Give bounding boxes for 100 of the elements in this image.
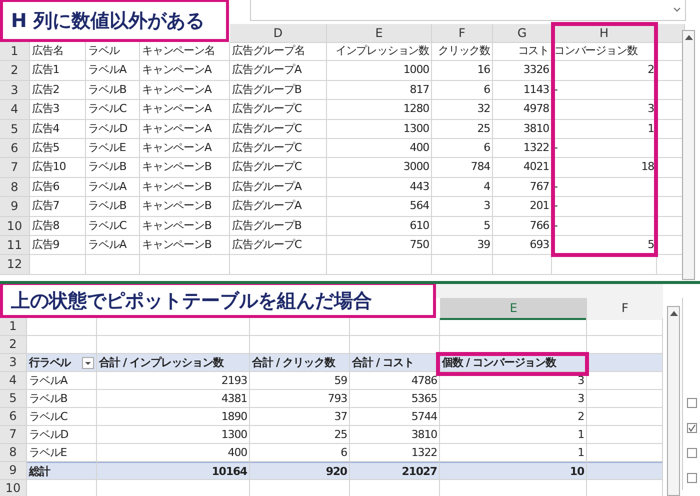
table-cell: 2193 (97, 372, 250, 390)
table-cell: 10 (440, 462, 587, 480)
caret-icon[interactable] (673, 7, 681, 13)
table-cell: 1280 (327, 100, 432, 120)
table-cell: 3 (440, 390, 587, 408)
table-cell: 18 (552, 158, 657, 178)
scrollbar[interactable] (682, 30, 695, 280)
row-number[interactable]: 6 (0, 408, 27, 426)
table-cell: 広告グループC (230, 138, 327, 158)
row-number[interactable]: 8 (0, 178, 30, 198)
table-cell: 広告1 (30, 61, 86, 81)
table-cell: 広告8 (30, 216, 86, 236)
row-number[interactable]: 2 (0, 61, 30, 81)
row-number[interactable]: 9 (0, 197, 30, 217)
table-cell: 693 (493, 236, 552, 256)
table-cell: クリック数 (432, 42, 493, 62)
row-number[interactable]: 1 (0, 42, 30, 62)
row-number[interactable]: 7 (0, 158, 30, 178)
table-cell: キャンペーンB (140, 236, 230, 256)
table-cell: 1300 (327, 120, 432, 139)
table-cell: 32 (432, 100, 493, 120)
table-cell: キャンペーンA (140, 80, 230, 100)
table-cell: 3 (432, 197, 493, 217)
table-cell: 3810 (493, 120, 552, 139)
row-number[interactable]: 1 (0, 318, 27, 336)
column-header[interactable]: G (493, 24, 552, 43)
table-cell: 610 (327, 216, 432, 236)
row-number[interactable]: 10 (0, 480, 27, 496)
column-header[interactable]: F (432, 24, 493, 43)
table-cell: キャンペーンA (140, 138, 230, 158)
table-cell: インプレッション数 (327, 42, 432, 62)
table-cell: 2 (552, 61, 657, 81)
table-cell: ラベルE (86, 138, 140, 158)
table-cell: 3810 (350, 426, 440, 444)
table-cell: 39 (432, 236, 493, 256)
table-cell: 5365 (350, 390, 440, 408)
column-header[interactable]: F (587, 298, 663, 320)
table-cell: 広告グループ名 (230, 42, 327, 62)
table-cell: 広告6 (30, 178, 86, 198)
table-cell: 1 (552, 120, 657, 139)
table-cell: 750 (327, 236, 432, 256)
column-header[interactable]: E (327, 24, 432, 43)
table-cell: 広告2 (30, 80, 86, 100)
table-cell: ラベルA (86, 236, 140, 256)
table-cell: 5744 (350, 408, 440, 426)
row-number[interactable]: 5 (0, 120, 30, 139)
up-arrow-icon[interactable] (684, 35, 692, 40)
filter-dropdown-icon[interactable] (82, 356, 94, 368)
scrollbar[interactable] (667, 306, 680, 496)
table-cell: 4786 (350, 372, 440, 390)
table-cell: キャンペーンA (140, 100, 230, 120)
table-cell: 1890 (97, 408, 250, 426)
table-cell: 広告グループA (230, 178, 327, 198)
table-cell: 793 (250, 390, 350, 408)
table-cell: 1000 (327, 61, 432, 81)
table-cell: 4021 (493, 158, 552, 178)
row-number[interactable]: 5 (0, 390, 27, 408)
row-number[interactable]: 11 (0, 236, 30, 256)
table-cell: 1300 (97, 426, 250, 444)
table-cell (493, 255, 552, 275)
table-cell: ラベルC (86, 216, 140, 236)
row-number[interactable]: 4 (0, 100, 30, 120)
row-number[interactable]: 12 (0, 255, 30, 275)
table-cell: 1 (440, 426, 587, 444)
column-header[interactable]: D (230, 24, 327, 43)
table-cell: 25 (250, 426, 350, 444)
table-cell: 25 (432, 120, 493, 139)
table-cell: 広告グループA (230, 61, 327, 81)
table-cell: 広告5 (30, 138, 86, 158)
row-number[interactable]: 8 (0, 444, 27, 462)
table-cell (30, 255, 86, 275)
row-labels-header: 行ラベル (29, 355, 71, 371)
table-cell: 5 (432, 216, 493, 236)
row-number[interactable]: 7 (0, 426, 27, 444)
row-number[interactable]: 4 (0, 372, 27, 390)
table-cell: 3 (552, 100, 657, 120)
table-cell: 広告3 (30, 100, 86, 120)
column-header[interactable]: E (440, 298, 587, 320)
table-cell: 21027 (350, 462, 440, 480)
row-number[interactable]: 6 (0, 138, 30, 158)
table-cell: 合計 / インプレッション数 (97, 354, 250, 372)
row-number[interactable]: 10 (0, 216, 30, 236)
row-number[interactable]: 9 (0, 462, 27, 480)
table-cell: 3000 (327, 158, 432, 178)
table-cell: ラベルD (27, 426, 97, 444)
table-cell: 広告グループC (230, 158, 327, 178)
table-cell: ラベルC (27, 408, 97, 426)
table-cell: 5 (552, 236, 657, 256)
table-cell: ラベルB (86, 80, 140, 100)
table-cell: 1143 (493, 80, 552, 100)
table-cell: 443 (327, 178, 432, 198)
table-cell: コンバージョン数 (552, 42, 657, 62)
row-number[interactable]: 3 (0, 354, 27, 372)
row-number[interactable]: 3 (0, 80, 30, 100)
up-arrow-icon[interactable] (670, 311, 678, 316)
row-number[interactable]: 2 (0, 336, 27, 354)
table-cell: ラベルB (86, 197, 140, 217)
table-cell (86, 255, 140, 275)
table-cell: ラベルC (86, 100, 140, 120)
table-cell: 564 (327, 197, 432, 217)
